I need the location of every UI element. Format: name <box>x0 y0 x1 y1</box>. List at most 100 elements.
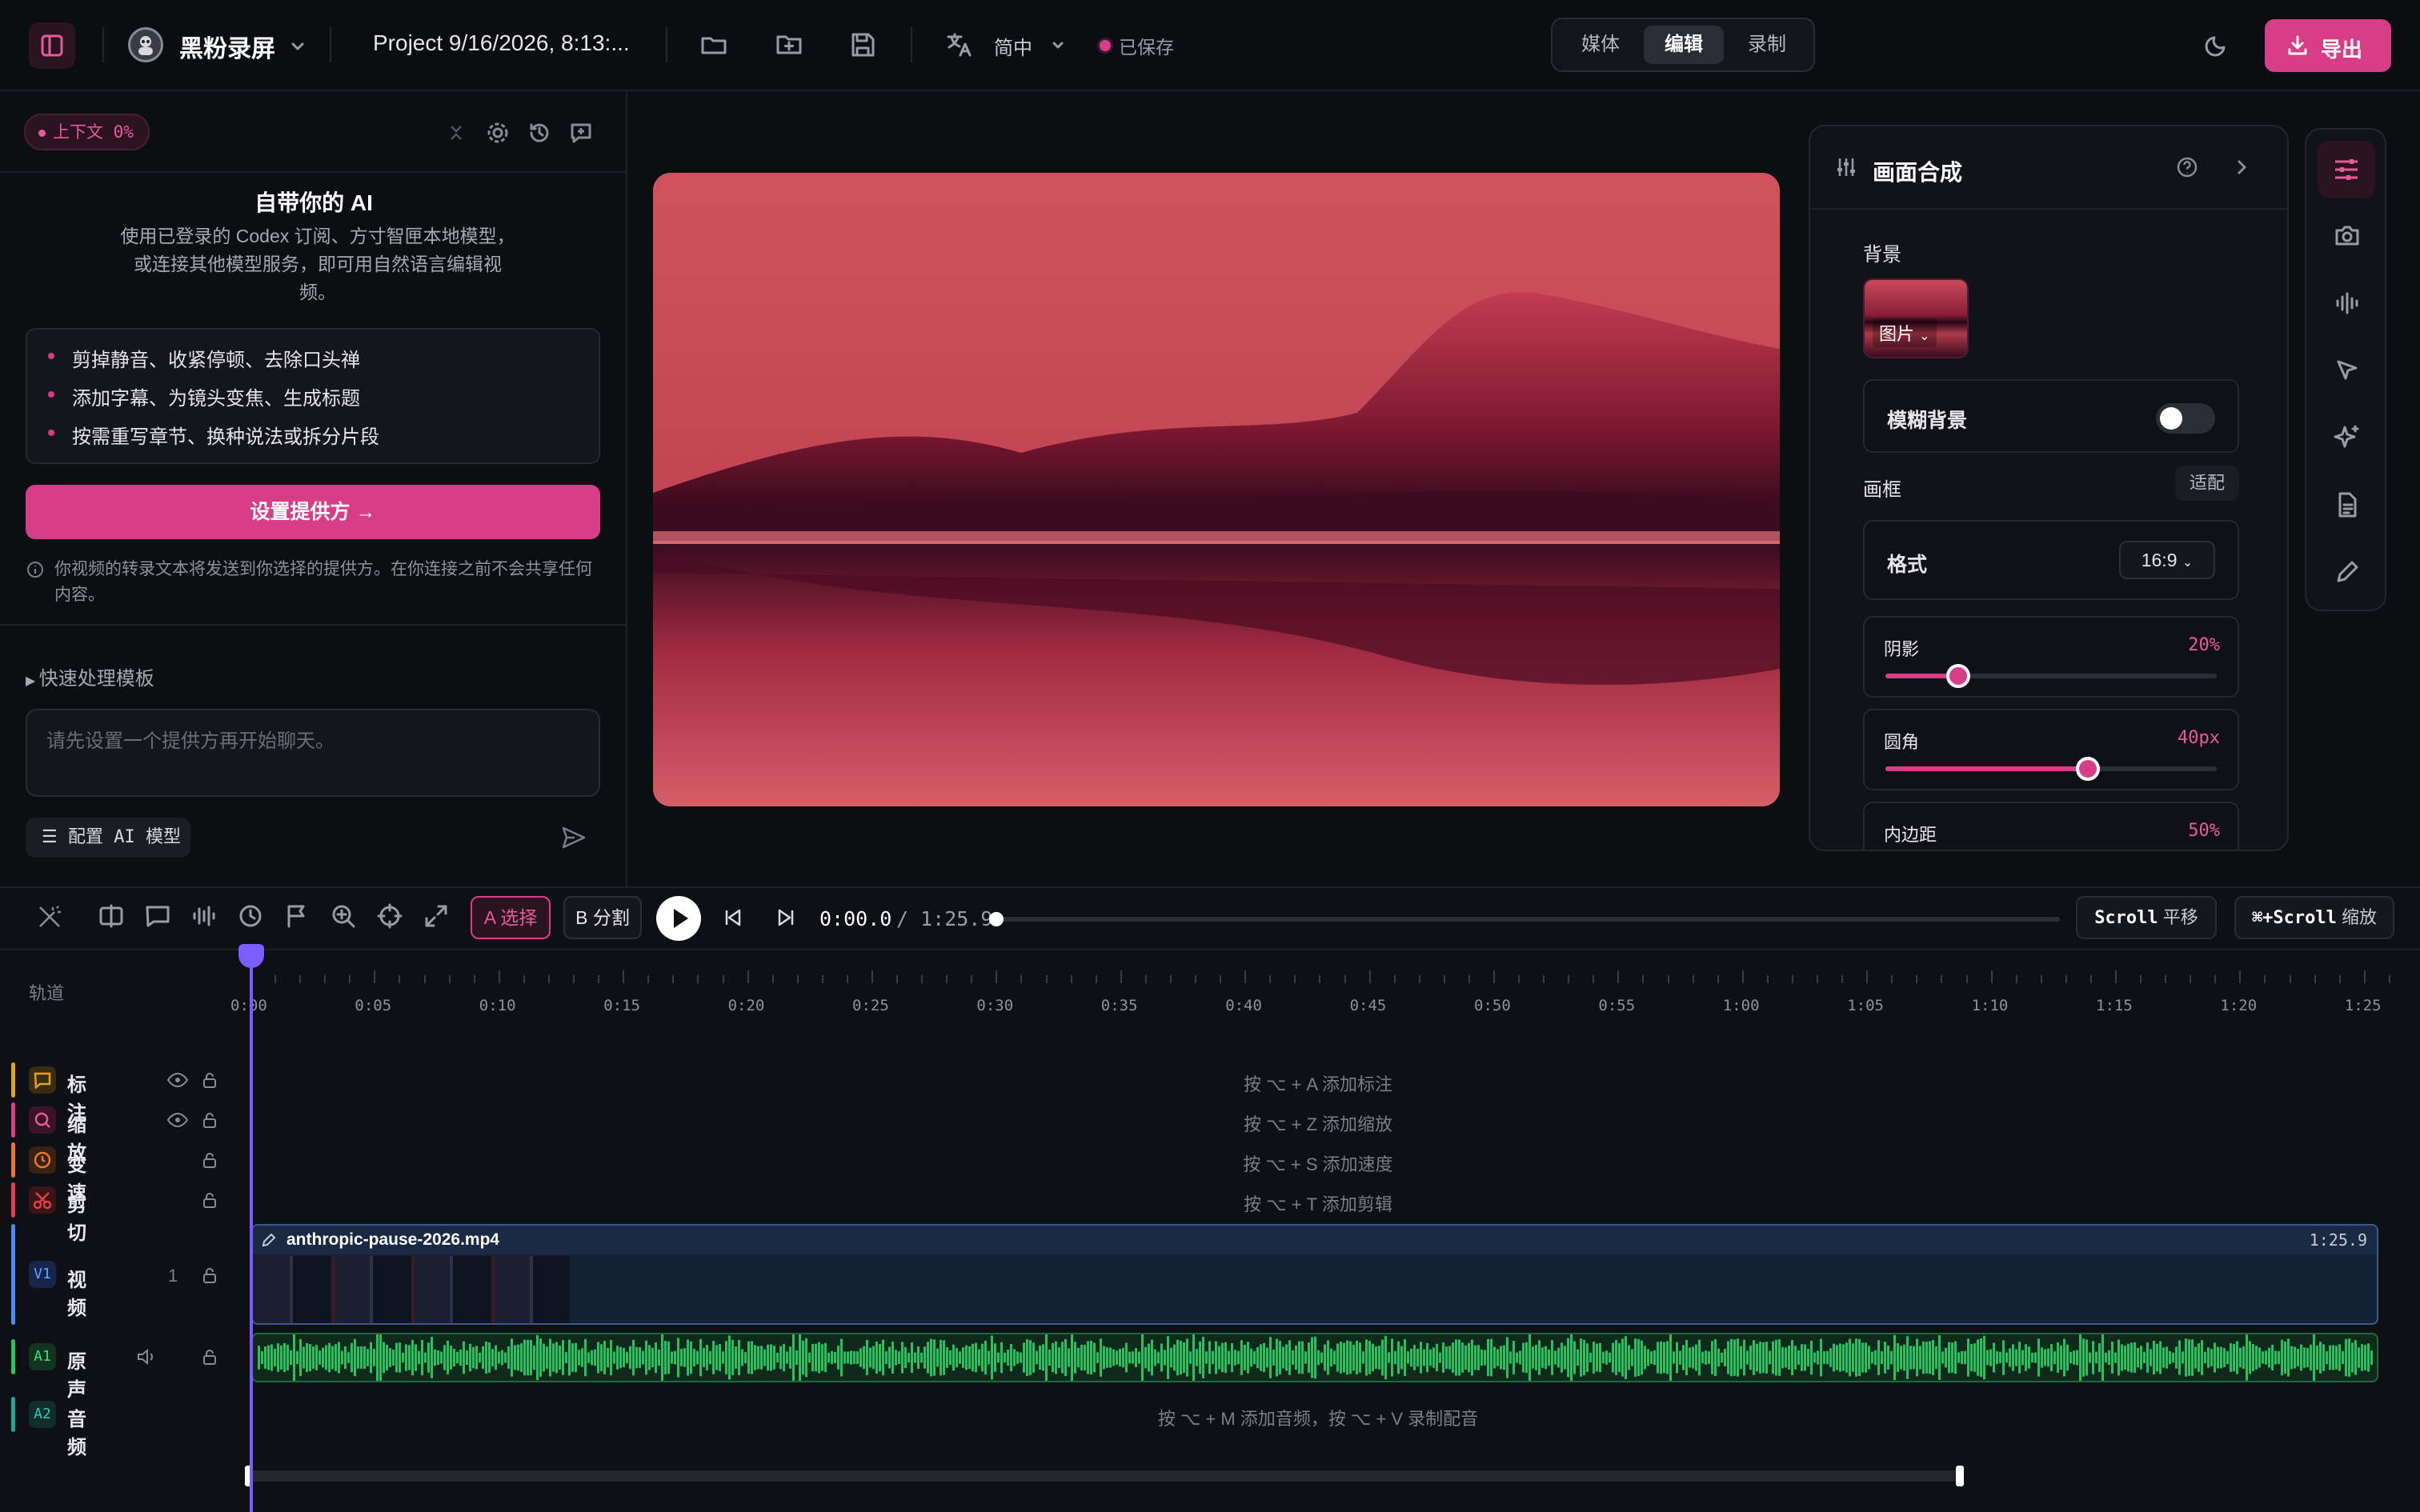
music-track-tag: A2 <box>29 1401 56 1428</box>
pencil-icon[interactable] <box>261 1232 277 1248</box>
shadow-slider[interactable] <box>1885 664 2217 688</box>
lock-icon[interactable] <box>200 1347 219 1366</box>
zoom-in-icon[interactable] <box>330 902 357 930</box>
lock-icon[interactable] <box>200 1110 219 1130</box>
blur-background-toggle[interactable] <box>2156 403 2215 434</box>
tab-edit[interactable]: 编辑 <box>1644 26 1724 64</box>
export-button[interactable]: 导出 <box>2265 19 2391 72</box>
split-clip-icon[interactable] <box>98 902 125 930</box>
config-model-label: 配置 AI 模型 <box>67 827 181 847</box>
sidebar-toggle-icon[interactable] <box>29 22 75 69</box>
video-clip[interactable]: anthropic-pause-2026.mp4 1:25.9 <box>251 1224 2378 1325</box>
cursor-icon[interactable] <box>2334 357 2361 384</box>
ruler-tick <box>896 975 899 983</box>
folder-open-icon[interactable] <box>699 30 728 59</box>
audio-clip[interactable] <box>251 1333 2378 1382</box>
format-select[interactable]: 16:9 ⌄ <box>2119 541 2215 579</box>
ruler-tick <box>2214 975 2217 983</box>
radius-slider[interactable] <box>1885 757 2217 781</box>
language-select[interactable]: 简中 <box>994 32 1032 60</box>
tab-media[interactable]: 媒体 <box>1561 26 1641 64</box>
background-thumbnail[interactable]: 图片 ⌄ <box>1863 278 1969 358</box>
format-value: 16:9 <box>2141 550 2178 570</box>
ruler-tick <box>1045 975 1048 983</box>
chevron-down-icon[interactable] <box>288 37 307 56</box>
folder-plus-icon[interactable] <box>775 30 803 59</box>
ruler-tick <box>2165 975 2167 983</box>
collapse-icon[interactable] <box>445 122 467 144</box>
ruler-tick <box>1518 975 1521 983</box>
lock-icon[interactable] <box>200 1070 219 1090</box>
app-name[interactable]: 黑粉录屏 <box>179 29 275 64</box>
compose-tool-icon[interactable] <box>2318 141 2375 198</box>
chevron-down-icon[interactable] <box>1048 35 1068 54</box>
setup-provider-button[interactable]: 设置提供方 → <box>26 485 600 539</box>
ruler-tick <box>796 975 799 983</box>
pencil-icon[interactable] <box>2334 558 2361 586</box>
save-icon[interactable] <box>848 30 877 59</box>
padding-slider-handle[interactable] <box>2039 850 2063 851</box>
tab-record[interactable]: 录制 <box>1727 26 1807 64</box>
audio-icon[interactable] <box>190 902 218 930</box>
chat-input[interactable]: 请先设置一个提供方再开始聊天。 <box>26 709 600 797</box>
ruler-tick <box>1393 975 1396 983</box>
expand-icon[interactable] <box>423 902 450 930</box>
ruler-tick <box>996 970 998 983</box>
ruler-tick-label: 1:05 <box>1847 997 1884 1014</box>
speaker-icon[interactable] <box>136 1347 158 1366</box>
sparkle-icon[interactable] <box>2334 424 2361 451</box>
audio-track-tag: A1 <box>29 1343 56 1370</box>
chevron-right-icon[interactable] <box>2231 157 2252 178</box>
skip-forward-icon[interactable] <box>775 906 799 930</box>
fit-button[interactable]: 适配 <box>2175 466 2239 501</box>
lock-icon[interactable] <box>200 1150 219 1170</box>
send-icon[interactable] <box>560 824 587 851</box>
project-name[interactable]: Project 9/16/2026, 8:13:... <box>373 30 630 56</box>
config-model-button[interactable]: ☰ 配置 AI 模型 <box>26 818 190 858</box>
document-icon[interactable] <box>2334 491 2361 518</box>
playhead[interactable] <box>250 944 253 1512</box>
help-icon[interactable] <box>2175 155 2199 179</box>
ruler-tick <box>1741 970 1744 983</box>
gear-icon[interactable] <box>485 120 511 146</box>
crosshair-icon[interactable] <box>376 902 403 930</box>
scrubber[interactable] <box>989 912 2060 926</box>
caption-icon[interactable] <box>144 902 171 930</box>
translate-icon[interactable] <box>944 30 973 59</box>
shadow-slider-handle[interactable] <box>1946 664 1971 688</box>
track-hint: 按 ⌥ + Z 添加缩放 <box>1243 1114 1393 1134</box>
ruler-tick <box>1195 975 1197 983</box>
eye-icon[interactable] <box>166 1070 189 1090</box>
video-preview[interactable] <box>653 173 1780 806</box>
lock-icon[interactable] <box>200 1266 219 1285</box>
sliders-icon <box>1837 158 1855 176</box>
ruler-tick <box>1443 975 1445 983</box>
scrubber-handle[interactable] <box>989 912 1004 926</box>
moon-icon[interactable] <box>2202 30 2231 59</box>
magic-wand-icon[interactable] <box>35 902 64 931</box>
radius-slider-handle[interactable] <box>2075 757 2100 781</box>
flag-icon[interactable] <box>283 902 311 930</box>
history-icon[interactable] <box>527 120 552 146</box>
camera-icon[interactable] <box>2334 222 2361 250</box>
waveform-icon[interactable] <box>2334 290 2361 317</box>
eye-icon[interactable] <box>166 1110 189 1130</box>
timeline-zoom-range[interactable] <box>245 1466 1964 1486</box>
select-tool-button[interactable]: A 选择 <box>471 896 551 939</box>
clock-icon[interactable] <box>237 902 264 930</box>
background-type-select[interactable]: 图片 ⌄ <box>1873 318 1937 347</box>
templates-toggle[interactable]: ▶ 快速处理模板 <box>26 662 154 690</box>
radius-value: 40px <box>2178 728 2220 748</box>
play-button[interactable] <box>656 896 701 941</box>
range-end-handle[interactable] <box>1956 1466 1964 1486</box>
lock-icon[interactable] <box>200 1190 219 1210</box>
shadow-label: 阴影 <box>1884 639 1920 659</box>
split-tool-button[interactable]: B 分割 <box>563 896 642 939</box>
ruler-tick <box>1568 975 1570 983</box>
ruler-tick <box>2015 975 2017 983</box>
skip-back-icon[interactable] <box>720 906 744 930</box>
ruler-tick <box>771 975 774 983</box>
new-chat-icon[interactable] <box>568 120 594 146</box>
feature-list: 剪掉静音、收紧停顿、去除口头禅 添加字幕、为镜头变焦、生成标题 按需重写章节、换… <box>26 328 600 464</box>
ruler-tick <box>1244 970 1247 983</box>
